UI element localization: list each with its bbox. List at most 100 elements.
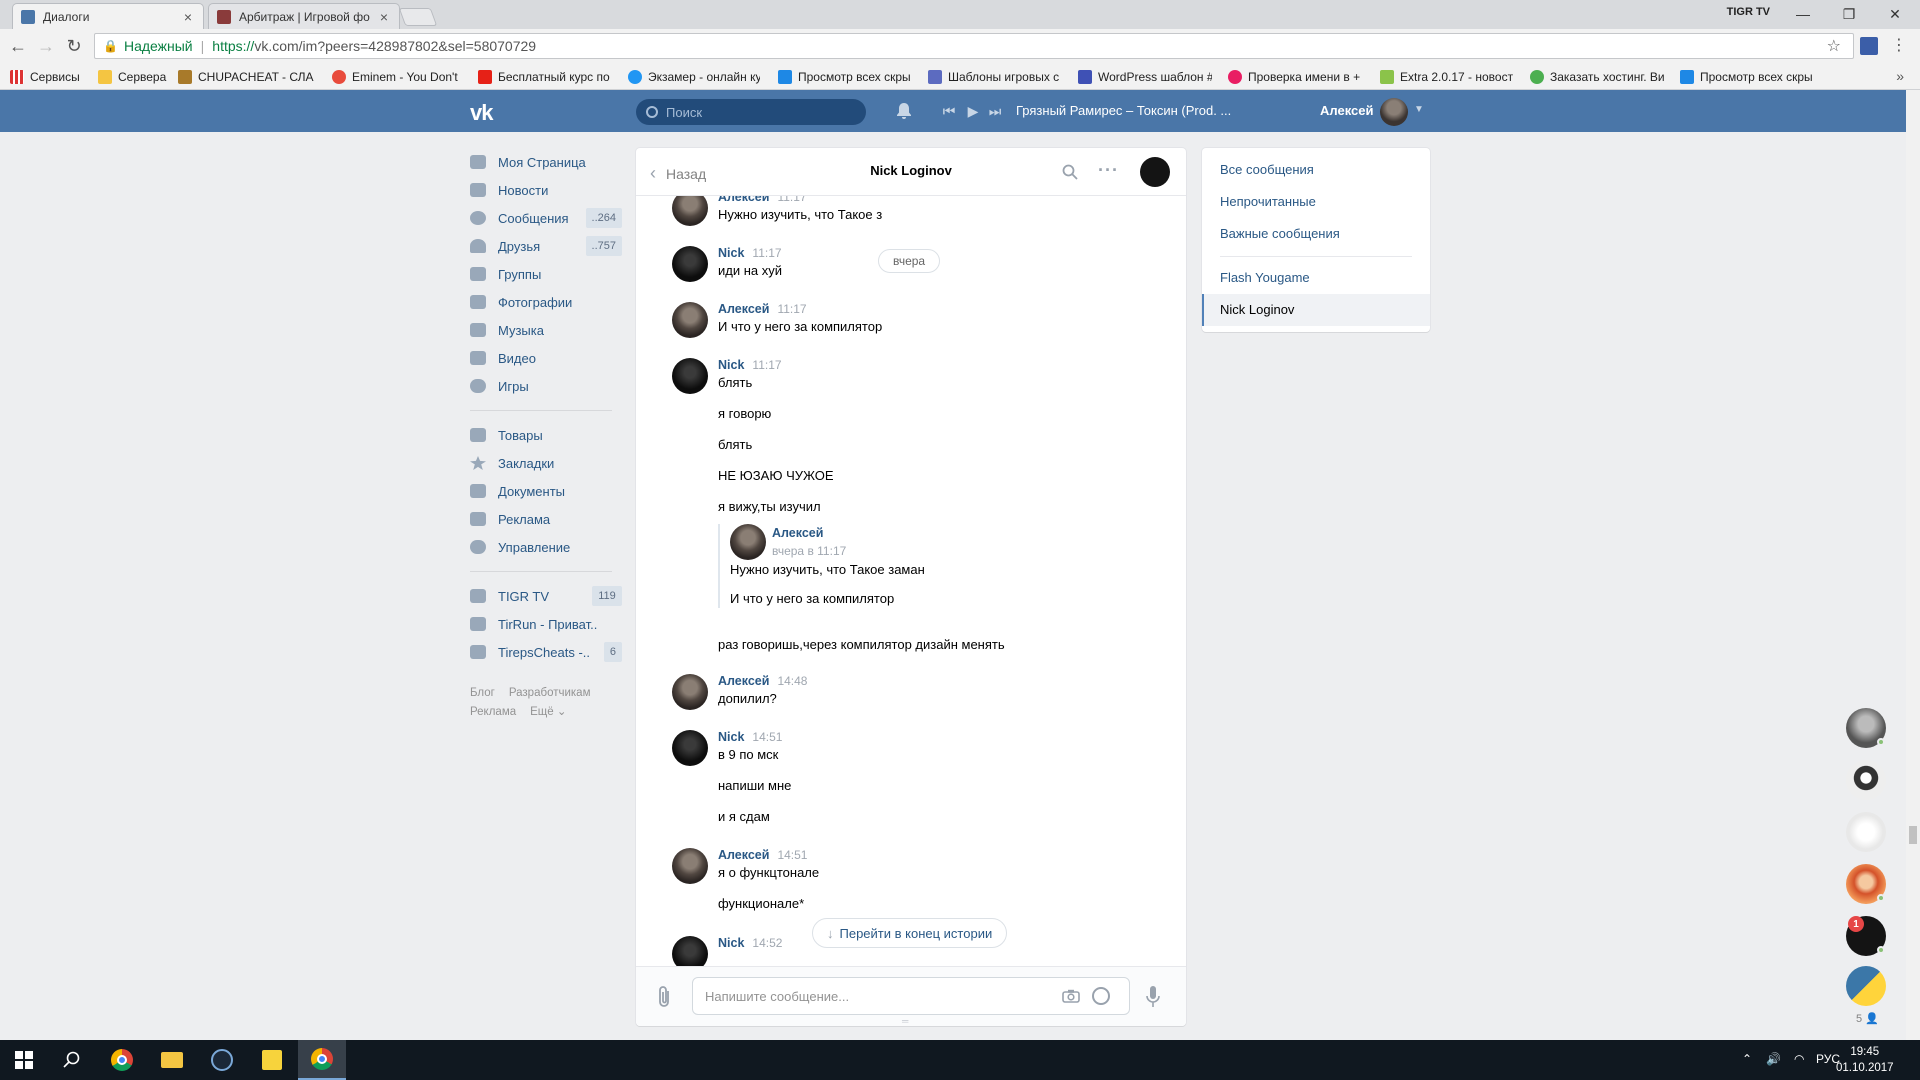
sidebar-item-my-page[interactable]: Моя Страница xyxy=(470,148,622,176)
chevron-down-icon[interactable]: ▼ xyxy=(1414,104,1424,115)
bookmark-servers[interactable]: Сервера xyxy=(98,69,172,85)
current-track[interactable]: Грязный Рамирес – Токсин (Prod. ... xyxy=(1016,103,1231,118)
message-author[interactable]: Алексей 14:51 xyxy=(718,848,807,862)
tab-dialogs[interactable]: Диалоги × xyxy=(12,3,204,29)
avatar[interactable] xyxy=(672,730,708,766)
bell-icon[interactable] xyxy=(894,101,914,121)
dialog-nick-loginov[interactable]: Nick Loginov xyxy=(1202,294,1430,326)
sidebar-group-tirrun[interactable]: TirRun - Приват.. xyxy=(470,610,622,638)
play-icon[interactable]: ▶ xyxy=(964,102,982,120)
avatar[interactable] xyxy=(672,302,708,338)
camera-icon[interactable] xyxy=(1062,989,1080,1003)
sidebar-item-documents[interactable]: Документы xyxy=(470,477,622,505)
windows-start-icon[interactable] xyxy=(0,1040,48,1080)
reload-icon[interactable]: ↻ xyxy=(62,35,86,57)
page-scrollbar[interactable] xyxy=(1906,90,1920,1040)
file-explorer-icon[interactable] xyxy=(148,1040,196,1080)
header-avatar[interactable] xyxy=(1380,98,1408,126)
previous-track-icon[interactable]: ⏮ xyxy=(940,102,958,120)
resize-handle[interactable]: ═ xyxy=(902,1016,908,1026)
sidebar-item-bookmarks[interactable]: Закладки xyxy=(470,449,622,477)
forward-author[interactable]: Алексей xyxy=(772,526,823,540)
footer-link-ads[interactable]: Реклама xyxy=(470,706,516,718)
fast-chat-avatar[interactable] xyxy=(1846,812,1886,852)
sidebar-item-photos[interactable]: Фотографии xyxy=(470,288,622,316)
paperclip-icon[interactable] xyxy=(654,985,674,1009)
sidebar-item-games[interactable]: Игры xyxy=(470,372,622,400)
bookmark-star-icon[interactable]: ☆ xyxy=(1827,36,1841,56)
vk-logo[interactable]: vk xyxy=(470,100,504,125)
peer-avatar[interactable] xyxy=(1140,157,1170,187)
close-window-button[interactable]: ✕ xyxy=(1872,0,1918,28)
back-arrow-icon[interactable]: ← xyxy=(6,35,30,57)
microphone-icon[interactable] xyxy=(1146,985,1160,1009)
jump-to-end-button[interactable]: ↓ Перейти в конец истории xyxy=(812,918,1008,948)
sidebar-item-messages[interactable]: Сообщения ..264 xyxy=(470,204,622,232)
dialog-flash-yougame[interactable]: Flash Yougame xyxy=(1220,270,1310,285)
sidebar-item-music[interactable]: Музыка xyxy=(470,316,622,344)
avatar[interactable] xyxy=(672,358,708,394)
sidebar-item-goods[interactable]: Товары xyxy=(470,421,622,449)
close-tab-icon[interactable]: × xyxy=(181,9,195,25)
restore-button[interactable]: ❐ xyxy=(1826,0,1872,28)
bookmark-name-check[interactable]: Проверка имени в + xyxy=(1228,69,1366,85)
chrome-icon[interactable] xyxy=(98,1040,146,1080)
chrome-active-icon[interactable] xyxy=(298,1040,346,1080)
fast-chat-avatar[interactable] xyxy=(1846,966,1886,1006)
avatar[interactable] xyxy=(730,524,766,560)
wifi-icon[interactable]: ◠ xyxy=(1794,1052,1804,1066)
menu-dots-icon[interactable]: ⋮ xyxy=(1890,37,1908,55)
message-author[interactable]: Nick 11:17 xyxy=(718,358,782,372)
sidebar-group-tirepscheats[interactable]: TirepsCheats -.. 6 xyxy=(470,638,622,666)
bookmark-chupacheat[interactable]: CHUPACHEAT - СЛА, xyxy=(178,69,314,85)
sidebar-item-news[interactable]: Новости xyxy=(470,176,622,204)
bookmark-course[interactable]: Бесплатный курс по xyxy=(478,69,612,85)
avatar[interactable] xyxy=(672,196,708,226)
search-icon[interactable] xyxy=(1062,164,1078,180)
game-launcher-icon[interactable] xyxy=(248,1040,296,1080)
search-icon[interactable] xyxy=(48,1040,96,1080)
message-author[interactable]: Nick 11:17 xyxy=(718,246,782,260)
bookmark-hosting[interactable]: Заказать хостинг. Ви xyxy=(1530,69,1668,85)
search-input[interactable]: Поиск xyxy=(636,99,866,125)
close-tab-icon[interactable]: × xyxy=(377,9,391,25)
message-author[interactable]: Алексей 11:17 xyxy=(718,196,807,204)
message-author[interactable]: Алексей 14:48 xyxy=(718,674,807,688)
more-bookmarks-icon[interactable]: » xyxy=(1896,68,1904,84)
bookmark-view-hidden[interactable]: Просмотр всех скры xyxy=(778,69,914,85)
footer-link-developers[interactable]: Разработчикам xyxy=(509,687,591,699)
bookmark-extra[interactable]: Extra 2.0.17 - новост xyxy=(1380,69,1516,85)
system-clock[interactable]: 19:45 01.10.2017 xyxy=(1836,1044,1894,1076)
sidebar-group-tigr-tv[interactable]: TIGR TV 119 xyxy=(470,582,622,610)
avatar[interactable] xyxy=(672,674,708,710)
bookmark-view-hidden-2[interactable]: Просмотр всех скры xyxy=(1680,69,1816,85)
minimize-button[interactable]: — xyxy=(1780,0,1826,28)
sidebar-item-ads[interactable]: Реклама xyxy=(470,505,622,533)
message-author[interactable]: Nick 14:51 xyxy=(718,730,782,744)
fast-chat-avatar[interactable] xyxy=(1846,760,1886,800)
bookmark-templates[interactable]: Шаблоны игровых с xyxy=(928,69,1062,85)
avatar[interactable] xyxy=(672,246,708,282)
footer-link-blog[interactable]: Блог xyxy=(470,687,495,699)
tab-arbitrage[interactable]: Арбитраж | Игровой фо × xyxy=(208,3,400,29)
sidebar-item-friends[interactable]: Друзья ..757 xyxy=(470,232,622,260)
avatar[interactable] xyxy=(672,936,708,966)
header-user-name[interactable]: Алексей xyxy=(1320,103,1374,118)
sidebar-item-groups[interactable]: Группы xyxy=(470,260,622,288)
footer-link-more[interactable]: Ещё ⌄ xyxy=(530,706,566,718)
steam-icon[interactable] xyxy=(198,1040,246,1080)
avatar[interactable] xyxy=(672,848,708,884)
address-bar[interactable]: 🔒 Надежный | https:// vk.com/im?peers=42… xyxy=(94,33,1854,59)
sidebar-item-video[interactable]: Видео xyxy=(470,344,622,372)
sidebar-item-manage[interactable]: Управление xyxy=(470,533,622,561)
filter-all-messages[interactable]: Все сообщения xyxy=(1220,162,1314,177)
more-dots-icon[interactable]: ··· xyxy=(1098,160,1119,181)
extension-icon[interactable] xyxy=(1860,37,1878,55)
forward-arrow-icon[interactable]: → xyxy=(34,35,58,57)
bookmark-examer[interactable]: Экзамер - онлайн ку xyxy=(628,69,760,85)
chevron-up-icon[interactable]: ⌃ xyxy=(1742,1052,1752,1066)
message-author[interactable]: Алексей 11:17 xyxy=(718,302,807,316)
filter-important[interactable]: Важные сообщения xyxy=(1220,226,1340,241)
forwarded-message[interactable]: Алексей вчера в 11:17 Нужно изучить, что… xyxy=(718,524,1018,608)
message-author[interactable]: Nick 14:52 xyxy=(718,936,782,950)
